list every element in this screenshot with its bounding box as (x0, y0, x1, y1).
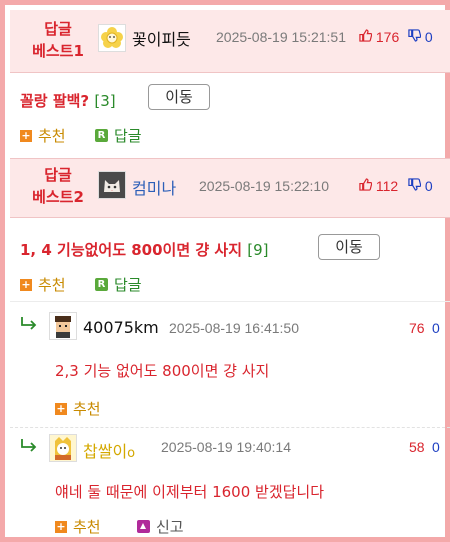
reply1-date: 2025-08-19 16:41:50 (169, 320, 299, 336)
thumbs-up-icon (359, 29, 373, 42)
avatar[interactable] (49, 434, 77, 462)
recommend-label: 추천 (38, 127, 66, 145)
best2-label-line2: 베스트2 (32, 188, 84, 206)
recommend-label: 추천 (73, 518, 101, 536)
best2-title[interactable]: 1, 4 기능없어도 800이면 걍 사지 [9] (20, 239, 268, 260)
plus-icon: + (20, 128, 32, 142)
thumbs-down-icon (408, 178, 422, 191)
pixel-character-icon (50, 313, 76, 339)
best2-down-count: 0 (424, 178, 433, 194)
best2-date: 2025-08-19 15:22:10 (199, 178, 329, 194)
move-button[interactable]: 이동 (148, 84, 210, 110)
plus-icon: + (55, 519, 67, 533)
best2-upvote[interactable]: 112 (359, 178, 398, 194)
reply1-nickname[interactable]: 40075km (83, 318, 159, 337)
best2-reply-count: [9] (247, 241, 269, 259)
best2-up-count: 112 (375, 178, 399, 194)
reply-label: 답글 (114, 127, 142, 145)
nickname-mark: o (127, 446, 136, 461)
best1-downvote[interactable]: 0 (408, 29, 433, 45)
recommend-button[interactable]: + 추천 (20, 125, 66, 146)
section-divider (10, 301, 450, 302)
reply-arrow-icon (20, 316, 38, 334)
recommend-label: 추천 (38, 276, 66, 294)
recommend-button[interactable]: + 추천 (20, 274, 66, 295)
best1-title[interactable]: 꼴랑 팔백? [3] (20, 90, 116, 111)
avatar[interactable] (49, 312, 77, 340)
recommend-label: 추천 (73, 400, 101, 418)
comment-panel: 답글 베스트1 꽃이피듯 2025-08-19 15:21:51 176 0 꼴… (0, 0, 450, 542)
reply1-downvote[interactable]: 0 (432, 320, 440, 336)
reply2-text: 얘네 둘 때문에 이제부터 1600 받겠답니다 (55, 483, 325, 501)
best2-downvote[interactable]: 0 (408, 178, 433, 194)
reply-button[interactable]: R 답글 (95, 274, 142, 295)
reply2-nickname-text: 찹쌀이 (83, 442, 128, 461)
recommend-button[interactable]: + 추천 (55, 516, 101, 537)
avatar[interactable] (98, 24, 126, 52)
cat-icon (99, 172, 125, 198)
thumbs-up-icon (359, 178, 373, 191)
best1-up-count: 176 (375, 29, 400, 45)
best1-date: 2025-08-19 15:21:51 (216, 29, 346, 45)
best2-title-text: 1, 4 기능없어도 800이면 걍 사지 (20, 241, 242, 259)
reply-label: 답글 (114, 276, 142, 294)
plus-icon: + (20, 277, 32, 291)
reply-r-icon: R (95, 278, 108, 291)
reply-button[interactable]: R 답글 (95, 125, 142, 146)
best1-title-text: 꼴랑 팔백? (20, 92, 90, 110)
best1-nickname[interactable]: 꽃이피듯 (132, 26, 191, 50)
reply1-upvote[interactable]: 76 (409, 320, 425, 336)
reply-divider (10, 427, 450, 428)
reply2-upvote[interactable]: 58 (409, 439, 425, 455)
best1-reply-count: [3] (94, 92, 116, 110)
best2-label-line1: 답글 (44, 166, 72, 184)
report-button[interactable]: 신고 (137, 516, 184, 537)
reply-arrow-icon (20, 438, 38, 456)
report-label: 신고 (156, 518, 184, 536)
best2-nickname[interactable]: 컴미나 (132, 175, 176, 199)
reply2-nickname[interactable]: 찹쌀이o (83, 438, 135, 462)
reply2-date: 2025-08-19 19:40:14 (161, 439, 291, 455)
best1-label-line2: 베스트1 (32, 42, 84, 60)
move-button[interactable]: 이동 (318, 234, 380, 260)
plus-icon: + (55, 401, 67, 415)
avatar[interactable] (98, 171, 126, 199)
report-icon (137, 520, 150, 533)
recommend-button[interactable]: + 추천 (55, 398, 101, 419)
reply1-text: 2,3 기능 없어도 800이면 걍 사지 (55, 362, 270, 380)
cartoon-character-icon (50, 435, 76, 461)
best1-down-count: 0 (424, 29, 433, 45)
best2-label: 답글 베스트2 (18, 164, 98, 208)
thumbs-down-icon (408, 29, 422, 42)
best1-upvote[interactable]: 176 (359, 29, 399, 45)
best1-label-line1: 답글 (44, 20, 72, 38)
reply-r-icon: R (95, 129, 108, 142)
flower-icon (101, 27, 123, 48)
best1-label: 답글 베스트1 (18, 18, 98, 62)
reply2-downvote[interactable]: 0 (432, 439, 440, 455)
